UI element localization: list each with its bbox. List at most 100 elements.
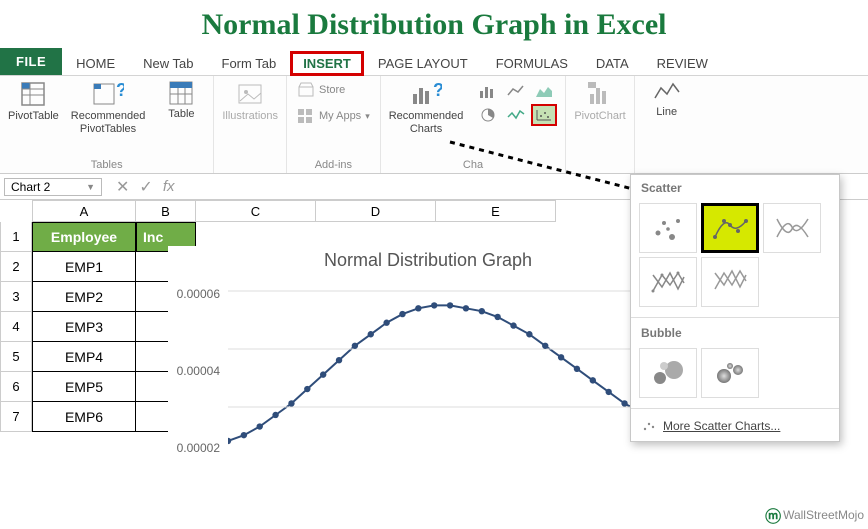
cell-A5[interactable]: EMP4 xyxy=(32,342,136,372)
table-label: Table xyxy=(168,108,194,121)
cell-A3[interactable]: EMP2 xyxy=(32,282,136,312)
col-header-B[interactable]: B xyxy=(136,200,196,222)
rec-charts-label: Recommended Charts xyxy=(389,110,464,136)
table-icon xyxy=(168,80,194,106)
tab-home[interactable]: HOME xyxy=(62,52,129,75)
pivotchart-button[interactable]: PivotChart xyxy=(574,80,625,123)
recommended-charts-button[interactable]: ? Recommended Charts xyxy=(389,80,464,136)
chart-type-popup: Scatter Bubble More Scatter Charts... xyxy=(630,174,840,442)
recommended-pivottables-button[interactable]: ? Recommended PivotTables xyxy=(71,80,146,136)
group-charts: ? Recommended Charts Cha xyxy=(381,76,567,173)
sparkline-line-button[interactable]: Line xyxy=(643,80,691,119)
embedded-chart[interactable]: Normal Distribution Graph 0.00006 0.0000… xyxy=(168,246,688,496)
row-header-4[interactable]: 4 xyxy=(0,312,32,342)
myapps-button[interactable]: My Apps ▾ xyxy=(295,106,372,126)
illustrations-button[interactable]: Illustrations xyxy=(222,80,278,123)
pivottable-icon xyxy=(19,80,47,108)
tab-file[interactable]: FILE xyxy=(0,48,62,75)
row-header-2[interactable]: 2 xyxy=(0,252,32,282)
cell-A2[interactable]: EMP1 xyxy=(32,252,136,282)
tab-pagelayout[interactable]: PAGE LAYOUT xyxy=(364,52,482,75)
name-box[interactable]: Chart 2 ▼ xyxy=(4,178,102,196)
watermark-text: WallStreetMojo xyxy=(783,508,864,522)
pivottable-button[interactable]: PivotTable xyxy=(8,80,59,123)
row-header-6[interactable]: 6 xyxy=(0,372,32,402)
watermark: ⓜ WallStreetMojo xyxy=(765,503,864,527)
cancel-formula-icon[interactable]: ✕ xyxy=(116,177,129,197)
tab-formulas[interactable]: FORMULAS xyxy=(482,52,582,75)
svg-text:?: ? xyxy=(116,80,124,100)
rec-pivot-icon: ? xyxy=(92,80,124,108)
scatter-chart-button[interactable] xyxy=(531,104,557,126)
col-header-A[interactable]: A xyxy=(32,200,136,222)
tab-review[interactable]: REVIEW xyxy=(643,52,722,75)
sparkline-label: Line xyxy=(656,106,677,119)
store-icon xyxy=(297,82,315,98)
more-scatter-charts-link[interactable]: More Scatter Charts... xyxy=(631,411,839,441)
store-label: Store xyxy=(319,84,345,96)
sparkline-icon xyxy=(653,80,681,104)
store-button[interactable]: Store xyxy=(295,80,347,100)
scatter-straight-lines[interactable] xyxy=(701,257,759,307)
table-button[interactable]: Table xyxy=(157,80,205,121)
group-illustrations: Illustrations xyxy=(214,76,287,173)
cell-A6[interactable]: EMP5 xyxy=(32,372,136,402)
col-header-E[interactable]: E xyxy=(436,200,556,222)
cell-A1[interactable]: Employee xyxy=(32,222,136,252)
chart-y-axis: 0.00006 0.00004 0.00002 xyxy=(168,279,224,479)
line-chart-button[interactable] xyxy=(503,80,529,102)
illustrations-icon xyxy=(236,80,264,108)
svg-text:?: ? xyxy=(433,80,442,100)
accept-formula-icon[interactable]: ✓ xyxy=(139,177,152,197)
watermark-logo-icon: ⓜ xyxy=(765,503,781,527)
group-tables: PivotTable ? Recommended PivotTables Tab… xyxy=(0,76,214,173)
row-header-5[interactable]: 5 xyxy=(0,342,32,372)
chart-title: Normal Distribution Graph xyxy=(168,246,688,279)
cell-A7[interactable]: EMP6 xyxy=(32,402,136,432)
pivotchart-label: PivotChart xyxy=(574,110,625,123)
rec-charts-icon: ? xyxy=(410,80,442,108)
group-tables-label: Tables xyxy=(8,157,205,171)
stock-chart-button[interactable] xyxy=(503,104,529,126)
group-addins-label: Add-ins xyxy=(295,157,372,171)
myapps-icon xyxy=(297,108,315,124)
popup-scatter-title: Scatter xyxy=(631,175,839,199)
chart-type-grid xyxy=(475,80,557,126)
pivotchart-icon xyxy=(586,80,614,108)
bubble-3d[interactable] xyxy=(701,348,759,398)
bubble-2d[interactable] xyxy=(639,348,697,398)
name-box-value: Chart 2 xyxy=(11,180,50,194)
pivottable-label: PivotTable xyxy=(8,110,59,123)
scatter-smooth-markers[interactable] xyxy=(701,203,759,253)
row-header-3[interactable]: 3 xyxy=(0,282,32,312)
area-chart-button[interactable] xyxy=(531,80,557,102)
tab-data[interactable]: DATA xyxy=(582,52,643,75)
bar-chart-button[interactable] xyxy=(475,80,501,102)
y-tick-0: 0.00006 xyxy=(177,287,220,301)
tab-insert[interactable]: INSERT xyxy=(290,51,364,76)
chart-plot-area: 0.00006 0.00004 0.00002 xyxy=(228,279,688,479)
fx-label[interactable]: fx xyxy=(163,178,175,195)
more-scatter-label: More Scatter Charts... xyxy=(663,419,780,433)
group-addins: Store My Apps ▾ Add-ins xyxy=(287,76,381,173)
row-header-7[interactable]: 7 xyxy=(0,402,32,432)
cell-A4[interactable]: EMP3 xyxy=(32,312,136,342)
tab-newtab[interactable]: New Tab xyxy=(129,52,207,75)
tab-formtab[interactable]: Form Tab xyxy=(208,52,291,75)
popup-bubble-title: Bubble xyxy=(631,320,839,344)
ribbon-tabs: FILE HOME New Tab Form Tab INSERT PAGE L… xyxy=(0,48,868,76)
col-header-C[interactable]: C xyxy=(196,200,316,222)
scatter-straight-markers[interactable] xyxy=(639,257,697,307)
col-header-D[interactable]: D xyxy=(316,200,436,222)
y-tick-2: 0.00002 xyxy=(177,441,220,455)
ribbon-body: PivotTable ? Recommended PivotTables Tab… xyxy=(0,76,868,174)
grid-rows: 1 Employee Inc 2 EMP1 3 EMP2 4 EMP3 5 EM… xyxy=(0,222,196,432)
page-title: Normal Distribution Graph in Excel xyxy=(0,0,868,48)
scatter-markers-only[interactable] xyxy=(639,203,697,253)
scatter-smooth-lines[interactable] xyxy=(763,203,821,253)
more-scatter-icon xyxy=(641,419,657,433)
rec-pivot-label: Recommended PivotTables xyxy=(71,110,146,136)
pie-chart-button[interactable] xyxy=(475,104,501,126)
row-header-1[interactable]: 1 xyxy=(0,222,32,252)
y-tick-1: 0.00004 xyxy=(177,364,220,378)
